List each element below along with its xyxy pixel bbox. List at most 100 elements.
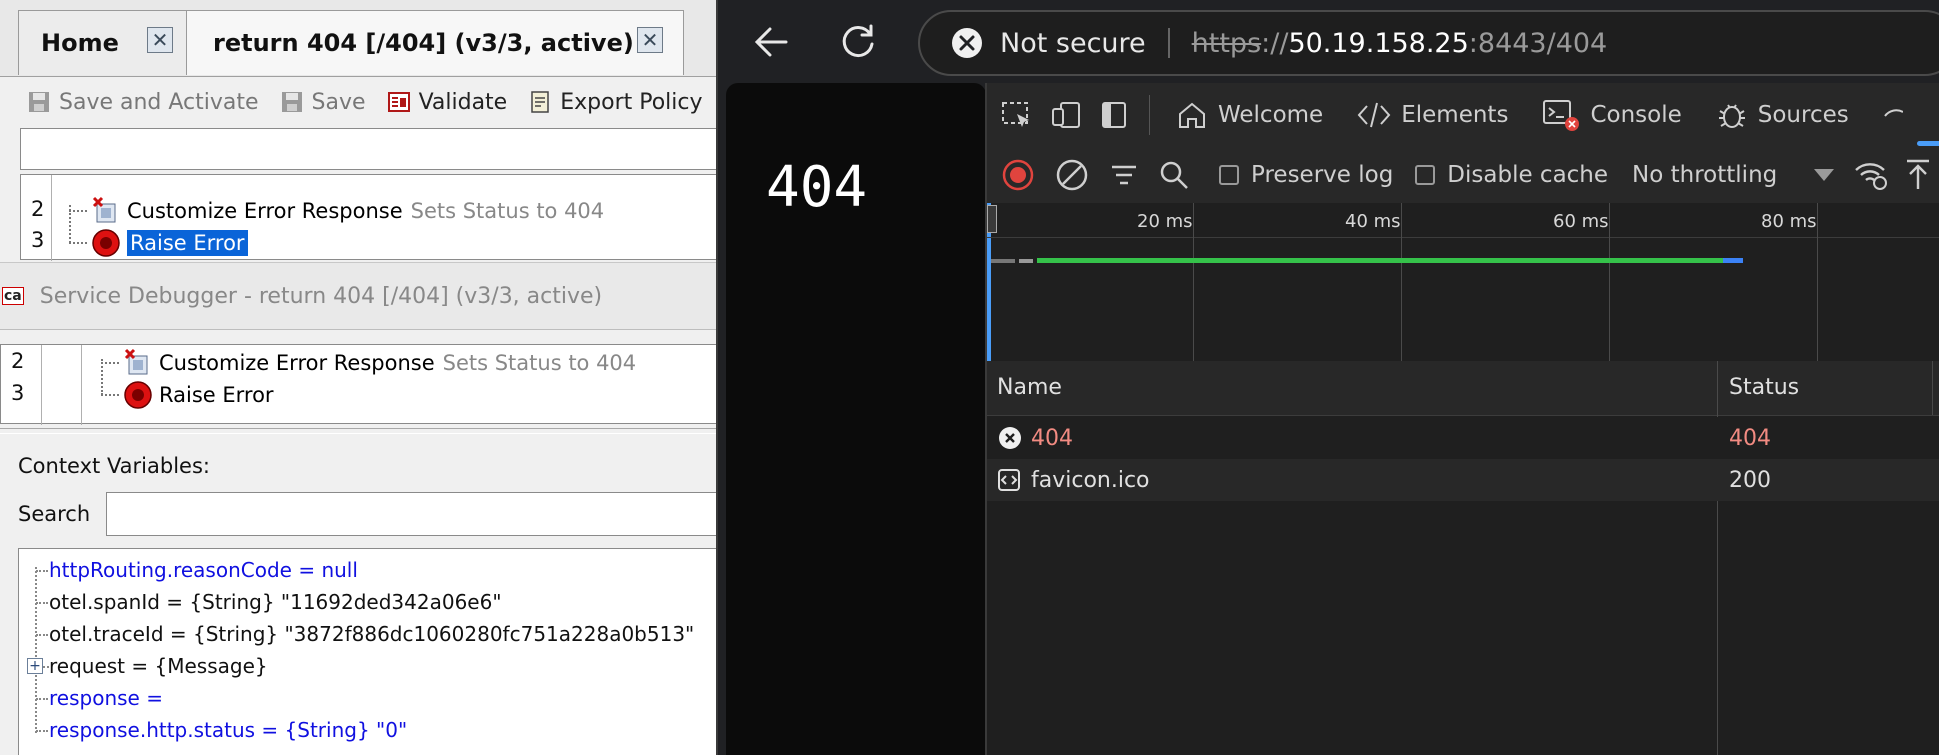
context-variable-row[interactable]: + request = {Message} xyxy=(19,651,716,681)
tab-home-label: Home xyxy=(41,29,119,57)
tab-policy[interactable]: return 404 [/404] (v3/3, active) ✕ xyxy=(186,10,684,75)
tab-policy-label: return 404 [/404] (v3/3, active) xyxy=(213,29,634,57)
debug-assertion-customize-error-response[interactable]: Customize Error Response Sets Status to … xyxy=(101,347,636,379)
throttling-select[interactable]: No throttling xyxy=(1632,162,1777,188)
error-circle-icon xyxy=(999,427,1021,449)
context-variable-row[interactable]: response = xyxy=(19,683,716,713)
debugger-window-title: Service Debugger - return 404 [/404] (v3… xyxy=(39,283,603,309)
timeline-bar-waiting xyxy=(1037,258,1723,263)
gutter-divider xyxy=(41,345,42,425)
timeline-tick: 60 ms xyxy=(1553,211,1609,232)
request-row[interactable]: 404 404 xyxy=(987,417,1939,459)
save-and-activate-button[interactable]: Save and Activate xyxy=(28,90,259,115)
stop-sign-icon xyxy=(92,229,120,257)
expand-icon[interactable]: + xyxy=(27,658,43,674)
assertion-customize-error-response[interactable]: Customize Error Response Sets Status to … xyxy=(69,195,604,227)
timeline-bar-download xyxy=(1723,258,1743,263)
debugger-assertion-tree: 2 3 Customize Error Response Sets Status… xyxy=(0,344,716,425)
console-icon xyxy=(1543,100,1580,131)
preserve-log-label[interactable]: Preserve log xyxy=(1251,162,1393,188)
assertion-label: Raise Error xyxy=(159,383,274,407)
context-variable-text: otel.spanId = {String} "11692ded342a06e6… xyxy=(49,590,502,614)
code-brackets-icon xyxy=(1357,102,1391,128)
network-timeline[interactable]: 20 ms 40 ms 60 ms 80 ms xyxy=(987,203,1939,362)
context-variable-row[interactable]: response.http.status = {String} "0" xyxy=(19,715,716,745)
refresh-icon[interactable] xyxy=(838,22,878,62)
line-number: 2 xyxy=(31,197,45,221)
splitter[interactable] xyxy=(0,428,716,434)
device-toolbar-icon[interactable] xyxy=(1051,100,1083,130)
floppy-disk-icon xyxy=(281,92,302,112)
preserve-log-checkbox[interactable] xyxy=(1219,165,1239,185)
bug-icon xyxy=(1718,104,1745,128)
back-arrow-icon[interactable] xyxy=(752,24,792,60)
assertion-description: Sets Status to 404 xyxy=(442,351,637,375)
line-number: 3 xyxy=(31,228,45,252)
context-variables-label: Context Variables: xyxy=(18,454,210,478)
breakpoint-gutter[interactable] xyxy=(81,345,82,425)
disable-cache-label[interactable]: Disable cache xyxy=(1447,162,1608,188)
tab-sources[interactable]: Sources xyxy=(1716,99,1849,131)
inspect-element-icon[interactable] xyxy=(1001,100,1033,130)
export-policy-label: Export Policy xyxy=(560,89,703,115)
policy-assertion-tree: 2 3 Customize Error Response Sets Status… xyxy=(20,174,716,261)
debug-assertion-raise-error[interactable]: Raise Error xyxy=(101,379,274,411)
search-label: Search xyxy=(18,502,91,526)
devtools-panel: Welcome Elements Console Sources Preserv… xyxy=(985,83,1939,755)
tab-console[interactable]: Console xyxy=(1542,98,1682,132)
context-search-input[interactable] xyxy=(106,492,716,536)
network-conditions-icon[interactable] xyxy=(1853,159,1889,191)
page-viewport: 404 xyxy=(726,83,986,755)
clear-icon[interactable] xyxy=(1055,158,1089,192)
security-label[interactable]: Not secure xyxy=(1000,28,1146,59)
policy-search-field[interactable] xyxy=(20,128,716,170)
timeline-tick: 80 ms xyxy=(1761,211,1817,232)
tab-label: Console xyxy=(1590,102,1682,128)
context-variable-text: request = {Message} xyxy=(49,654,268,678)
column-status-header[interactable]: Status xyxy=(1729,375,1799,400)
dropdown-arrow-icon[interactable] xyxy=(1813,167,1835,183)
context-variable-row[interactable]: httpRouting.reasonCode = null xyxy=(19,555,716,585)
address-bar[interactable]: Not secure https://50.19.158.25:8443/404 xyxy=(918,10,1939,76)
line-number: 3 xyxy=(11,381,25,405)
context-variable-text: response = xyxy=(49,686,163,710)
validate-button[interactable]: Validate xyxy=(387,90,507,115)
context-variable-text: response.http.status = {String} "0" xyxy=(49,718,408,742)
upload-icon[interactable] xyxy=(1903,158,1933,192)
active-tab-indicator xyxy=(1917,141,1939,146)
search-icon[interactable] xyxy=(1159,160,1189,190)
save-button[interactable]: Save xyxy=(281,90,366,115)
ca-logo: ca xyxy=(2,287,24,305)
home-icon xyxy=(1179,102,1205,128)
context-variable-row[interactable]: otel.traceId = {String} "3872f886dc10602… xyxy=(19,619,716,649)
save-and-activate-label: Save and Activate xyxy=(59,89,259,115)
url-separator: :// xyxy=(1261,27,1289,59)
assertion-raise-error[interactable]: Raise Error xyxy=(69,227,248,259)
request-row[interactable]: favicon.ico 200 xyxy=(987,459,1939,501)
disable-cache-checkbox[interactable] xyxy=(1415,165,1436,185)
timeline-handle[interactable] xyxy=(987,205,997,233)
column-name-header[interactable]: Name xyxy=(997,375,1062,400)
close-icon[interactable]: ✕ xyxy=(147,27,173,53)
save-label: Save xyxy=(311,89,366,115)
context-variable-row[interactable]: otel.spanId = {String} "11692ded342a06e6… xyxy=(19,587,716,617)
dock-side-icon[interactable] xyxy=(1101,100,1129,130)
filter-icon[interactable] xyxy=(1109,160,1139,190)
assertion-label: Customize Error Response xyxy=(159,351,435,375)
policy-toolbar: Save and Activate Save Validate Export P… xyxy=(0,82,716,122)
tab-label: Welcome xyxy=(1218,102,1324,128)
export-policy-button[interactable]: Export Policy xyxy=(529,89,703,115)
tab-label: Elements xyxy=(1401,102,1509,128)
network-tab-icon[interactable] xyxy=(1883,100,1903,130)
floppy-disk-icon xyxy=(29,92,49,112)
export-icon xyxy=(531,91,549,113)
validate-icon xyxy=(387,92,410,112)
tab-elements[interactable]: Elements xyxy=(1357,100,1508,130)
tab-label: Sources xyxy=(1757,102,1849,128)
timeline-bar-queue xyxy=(991,259,1015,263)
close-icon[interactable]: ✕ xyxy=(637,27,663,53)
tab-welcome[interactable]: Welcome xyxy=(1176,100,1323,130)
record-stop-icon[interactable] xyxy=(1001,158,1035,192)
tab-home[interactable]: Home ✕ xyxy=(18,10,188,75)
line-number: 2 xyxy=(11,349,25,373)
